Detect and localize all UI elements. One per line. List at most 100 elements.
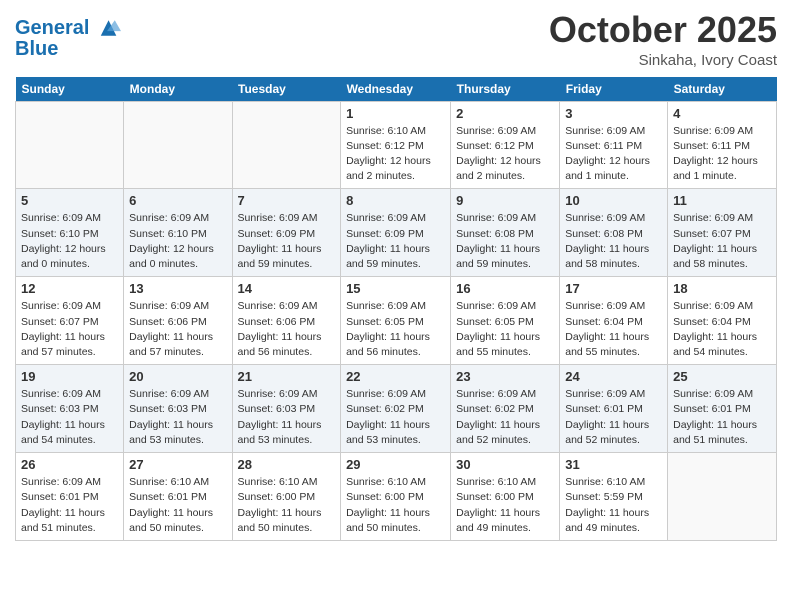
day-number: 13 [129,281,226,296]
calendar-cell: 20Sunrise: 6:09 AM Sunset: 6:03 PM Dayli… [124,365,232,453]
calendar-cell: 8Sunrise: 6:09 AM Sunset: 6:09 PM Daylig… [341,189,451,277]
calendar-cell: 22 Sunrise: 6:09 AM Sunset: 6:02 PM Dayli… [341,365,451,453]
day-number: 31 [565,457,662,472]
day-info: Sunrise: 6:09 AM Sunset: 6:04 PM Dayligh… [565,299,662,360]
calendar-cell: 6 Sunrise: 6:09 AM Sunset: 6:10 PM Daylig… [124,189,232,277]
day-info: Sunrise: 6:09 AM Sunset: 6:07 PM Dayligh… [673,211,771,272]
day-number: 25 [673,369,771,384]
day-number: 21 [238,369,336,384]
page: General Blue October 2025 Sinkaha, Ivory… [0,0,792,612]
calendar-cell: 26 Sunrise: 6:09 AM Sunset: 6:01 PM Dayli… [16,453,124,541]
day-number: 18 [673,281,771,296]
calendar-cell: 27 Sunrise: 6:10 AM Sunset: 6:01 PM Dayli… [124,453,232,541]
day-info: Sunrise: 6:09 AM Sunset: 6:07 PM Dayligh… [21,299,118,360]
day-number: 19 [21,369,118,384]
header: General Blue October 2025 Sinkaha, Ivory… [15,10,777,69]
logo-icon [93,14,121,42]
calendar-cell: 7 Sunrise: 6:09 AM Sunset: 6:09 PM Daylig… [232,189,341,277]
logo-general: General [15,17,89,39]
calendar-cell: 30Sunrise: 6:10 AM Sunset: 6:00 PM Dayli… [451,453,560,541]
day-info: Sunrise: 6:09 AM Sunset: 6:04 PM Dayligh… [673,299,771,360]
calendar-cell: 21 Sunrise: 6:09 AM Sunset: 6:03 PM Dayli… [232,365,341,453]
day-info: Sunrise: 6:10 AM Sunset: 6:00 PM Dayligh… [238,475,336,536]
day-info: Sunrise: 6:09 AM Sunset: 6:10 PM Dayligh… [21,211,118,272]
calendar-cell: 24 Sunrise: 6:09 AM Sunset: 6:01 PM Dayli… [560,365,668,453]
calendar-cell: 9 Sunrise: 6:09 AM Sunset: 6:08 PM Daylig… [451,189,560,277]
day-number: 23 [456,369,554,384]
day-info: Sunrise: 6:09 AM Sunset: 6:05 PM Dayligh… [456,299,554,360]
calendar-cell: 19 Sunrise: 6:09 AM Sunset: 6:03 PM Dayli… [16,365,124,453]
calendar-cell: 11 Sunrise: 6:09 AM Sunset: 6:07 PM Dayli… [668,189,777,277]
calendar-cell: 5 Sunrise: 6:09 AM Sunset: 6:10 PM Daylig… [16,189,124,277]
logo-text: General [15,17,89,39]
weekday-header-friday: Friday [560,77,668,102]
calendar-cell [232,101,341,189]
weekday-header-thursday: Thursday [451,77,560,102]
day-number: 5 [21,193,118,208]
calendar-week-row: 26 Sunrise: 6:09 AM Sunset: 6:01 PM Dayli… [16,453,777,541]
day-number: 11 [673,193,771,208]
location: Sinkaha, Ivory Coast [549,52,777,69]
calendar-cell: 18 Sunrise: 6:09 AM Sunset: 6:04 PM Dayli… [668,277,777,365]
day-number: 10 [565,193,662,208]
calendar-week-row: 1 Sunrise: 6:10 AM Sunset: 6:12 PM Daylig… [16,101,777,189]
day-number: 20 [129,369,226,384]
calendar-cell: 13 Sunrise: 6:09 AM Sunset: 6:06 PM Dayli… [124,277,232,365]
calendar-week-row: 12 Sunrise: 6:09 AM Sunset: 6:07 PM Dayli… [16,277,777,365]
day-info: Sunrise: 6:09 AM Sunset: 6:06 PM Dayligh… [129,299,226,360]
day-number: 15 [346,281,445,296]
day-info: Sunrise: 6:10 AM Sunset: 6:00 PM Dayligh… [346,475,445,536]
calendar-table: SundayMondayTuesdayWednesdayThursdayFrid… [15,77,777,541]
weekday-header-row: SundayMondayTuesdayWednesdayThursdayFrid… [16,77,777,102]
day-number: 28 [238,457,336,472]
calendar-week-row: 19 Sunrise: 6:09 AM Sunset: 6:03 PM Dayli… [16,365,777,453]
day-info: Sunrise: 6:10 AM Sunset: 6:01 PM Dayligh… [129,475,226,536]
logo: General Blue [15,14,121,60]
calendar-cell: 14Sunrise: 6:09 AM Sunset: 6:06 PM Dayli… [232,277,341,365]
day-number: 24 [565,369,662,384]
day-number: 7 [238,193,336,208]
calendar-cell: 3Sunrise: 6:09 AM Sunset: 6:11 PM Daylig… [560,101,668,189]
calendar-cell: 17 Sunrise: 6:09 AM Sunset: 6:04 PM Dayli… [560,277,668,365]
day-info: Sunrise: 6:09 AM Sunset: 6:03 PM Dayligh… [21,387,118,448]
day-number: 3 [565,106,662,121]
day-info: Sunrise: 6:09 AM Sunset: 6:09 PM Dayligh… [346,211,445,272]
day-number: 2 [456,106,554,121]
calendar-cell: 16Sunrise: 6:09 AM Sunset: 6:05 PM Dayli… [451,277,560,365]
calendar-cell [16,101,124,189]
day-info: Sunrise: 6:09 AM Sunset: 6:09 PM Dayligh… [238,211,336,272]
day-number: 6 [129,193,226,208]
calendar-week-row: 5 Sunrise: 6:09 AM Sunset: 6:10 PM Daylig… [16,189,777,277]
day-number: 12 [21,281,118,296]
day-number: 22 [346,369,445,384]
calendar-cell: 25 Sunrise: 6:09 AM Sunset: 6:01 PM Dayli… [668,365,777,453]
weekday-header-tuesday: Tuesday [232,77,341,102]
day-info: Sunrise: 6:09 AM Sunset: 6:01 PM Dayligh… [565,387,662,448]
weekday-header-wednesday: Wednesday [341,77,451,102]
weekday-header-sunday: Sunday [16,77,124,102]
calendar-cell: 15 Sunrise: 6:09 AM Sunset: 6:05 PM Dayli… [341,277,451,365]
day-info: Sunrise: 6:09 AM Sunset: 6:08 PM Dayligh… [456,211,554,272]
calendar-cell [124,101,232,189]
day-number: 9 [456,193,554,208]
calendar-cell: 23 Sunrise: 6:09 AM Sunset: 6:02 PM Dayli… [451,365,560,453]
day-number: 29 [346,457,445,472]
day-number: 26 [21,457,118,472]
calendar-cell: 28 Sunrise: 6:10 AM Sunset: 6:00 PM Dayli… [232,453,341,541]
day-info: Sunrise: 6:09 AM Sunset: 6:05 PM Dayligh… [346,299,445,360]
day-info: Sunrise: 6:09 AM Sunset: 6:03 PM Dayligh… [238,387,336,448]
day-info: Sunrise: 6:10 AM Sunset: 6:12 PM Dayligh… [346,124,445,185]
day-info: Sunrise: 6:09 AM Sunset: 6:01 PM Dayligh… [673,387,771,448]
day-number: 17 [565,281,662,296]
weekday-header-saturday: Saturday [668,77,777,102]
day-info: Sunrise: 6:09 AM Sunset: 6:02 PM Dayligh… [456,387,554,448]
title-area: October 2025 Sinkaha, Ivory Coast [549,10,777,69]
calendar-cell: 1 Sunrise: 6:10 AM Sunset: 6:12 PM Daylig… [341,101,451,189]
day-info: Sunrise: 6:09 AM Sunset: 6:01 PM Dayligh… [21,475,118,536]
day-info: Sunrise: 6:09 AM Sunset: 6:10 PM Dayligh… [129,211,226,272]
day-info: Sunrise: 6:09 AM Sunset: 6:02 PM Dayligh… [346,387,445,448]
weekday-header-monday: Monday [124,77,232,102]
day-number: 27 [129,457,226,472]
day-info: Sunrise: 6:09 AM Sunset: 6:11 PM Dayligh… [673,124,771,185]
day-number: 1 [346,106,445,121]
